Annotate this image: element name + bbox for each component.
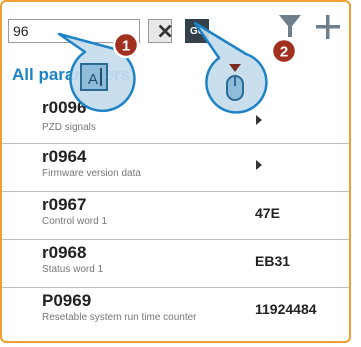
callout-number: 2 (280, 44, 288, 61)
parameter-description: Firmware version data (42, 168, 141, 179)
clear-search-button[interactable] (148, 19, 172, 43)
svg-text:A: A (88, 71, 98, 88)
parameter-id: r0964 (42, 147, 87, 166)
close-icon (158, 24, 172, 38)
parameter-value: EB31 (255, 253, 291, 269)
parameter-id: r0967 (42, 195, 87, 214)
plus-icon[interactable] (315, 14, 341, 40)
parameter-row[interactable]: r0967 Control word 1 47E (2, 192, 349, 240)
parameter-description: Status word 1 (42, 264, 104, 275)
parameter-description: Resetable system run time counter (42, 312, 197, 323)
parameter-row[interactable]: P0969 Resetable system run time counter … (2, 288, 349, 336)
parameter-id: r0968 (42, 243, 87, 262)
expand-arrow-icon[interactable] (256, 160, 262, 170)
parameter-description: Control word 1 (42, 216, 108, 227)
parameter-value: 47E (255, 205, 280, 221)
parameter-value: 11924484 (255, 301, 317, 317)
parameter-id: P0969 (42, 291, 92, 310)
parameter-row[interactable]: r0964 Firmware version data (2, 144, 349, 192)
callout-mouse-click: 2 (193, 21, 298, 114)
parameter-row[interactable]: r0968 Status word 1 EB31 (2, 240, 349, 288)
callout-number: 1 (122, 38, 130, 55)
parameter-description: PZD signals (42, 122, 96, 133)
text-input-icon: A (80, 63, 108, 91)
callout-text-entry: A 1 (57, 31, 140, 113)
parameter-rows: r0096 PZD signals r0964 Firmware version… (2, 98, 349, 336)
